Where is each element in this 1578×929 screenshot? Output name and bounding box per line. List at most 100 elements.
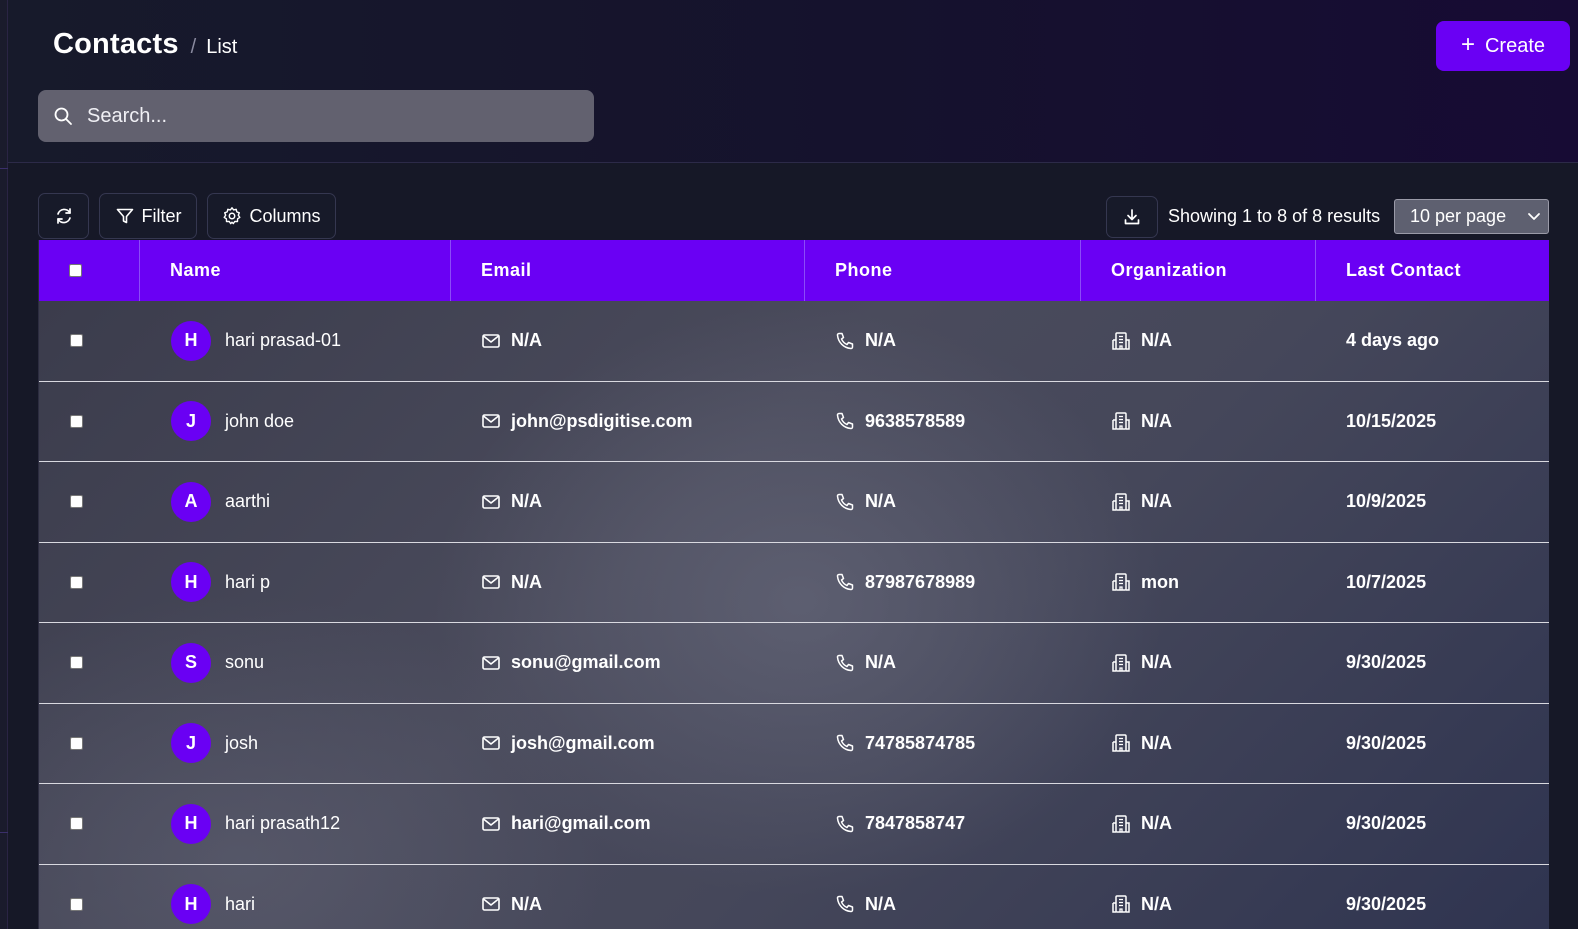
contact-phone: N/A (865, 491, 896, 512)
row-checkbox[interactable] (70, 656, 83, 670)
contact-email: josh@gmail.com (511, 732, 655, 753)
row-checkbox-cell (39, 301, 140, 381)
contact-email: N/A (511, 330, 542, 351)
row-checkbox[interactable] (70, 575, 83, 589)
phone-cell: 87987678989 (805, 543, 1081, 623)
contact-name[interactable]: hari (225, 894, 255, 915)
search-input[interactable] (87, 104, 594, 128)
phone-cell: N/A (805, 865, 1081, 929)
select-all-checkbox[interactable] (69, 264, 82, 277)
contact-phone: 74785874785 (865, 732, 976, 753)
phone-icon (835, 492, 855, 512)
breadcrumb-current[interactable]: List (206, 36, 237, 59)
phone-cell: 7847858747 (805, 784, 1081, 864)
divider (0, 832, 8, 833)
organization-cell: mon (1081, 543, 1316, 623)
download-icon (1122, 207, 1142, 227)
building-icon (1111, 411, 1131, 431)
contact-organization: N/A (1141, 893, 1172, 914)
mail-icon (481, 894, 501, 914)
phone-icon (835, 733, 855, 753)
row-checkbox[interactable] (70, 414, 83, 428)
contact-name[interactable]: hari prasad-01 (225, 330, 341, 351)
contact-last-contact: 10/7/2025 (1346, 571, 1427, 592)
name-cell: J john doe (140, 382, 451, 462)
column-header-name[interactable]: Name (140, 240, 451, 301)
refresh-button[interactable] (38, 193, 89, 239)
row-checkbox[interactable] (70, 736, 83, 750)
name-cell: H hari p (140, 543, 451, 623)
organization-cell: N/A (1081, 865, 1316, 929)
avatar: J (171, 723, 211, 764)
email-cell: N/A (451, 543, 805, 623)
contact-phone: N/A (865, 330, 896, 351)
phone-cell: 9638578589 (805, 382, 1081, 462)
email-cell: josh@gmail.com (451, 704, 805, 784)
contact-name[interactable]: sonu (225, 652, 264, 673)
search-bar[interactable] (38, 90, 594, 142)
breadcrumb: Contacts / List (53, 28, 237, 61)
create-button-label: Create (1484, 34, 1546, 57)
per-page-value: 10 per page (1410, 206, 1507, 226)
name-cell: H hari prasath12 (140, 784, 451, 864)
plus-icon: + (1460, 31, 1475, 58)
contact-last-contact: 9/30/2025 (1346, 652, 1427, 673)
row-checkbox-cell (39, 784, 140, 864)
phone-cell: N/A (805, 462, 1081, 542)
row-checkbox-cell (39, 623, 140, 703)
table-row[interactable]: J john doe john@psdigitise.com 963857858… (39, 382, 1549, 462)
row-checkbox[interactable] (70, 897, 83, 911)
contact-organization: N/A (1141, 732, 1172, 753)
contact-phone: 9638578589 (865, 410, 966, 431)
table-row[interactable]: H hari p N/A 87987678989 mon 10/7/2025 (39, 543, 1549, 623)
contact-name[interactable]: hari p (225, 572, 270, 593)
table-row[interactable]: A aarthi N/A N/A N/A 10/9/2025 (39, 462, 1549, 543)
create-button[interactable]: + Create (1436, 21, 1570, 71)
row-checkbox[interactable] (70, 817, 83, 831)
mail-icon (481, 653, 501, 673)
contact-name[interactable]: aarthi (225, 491, 270, 512)
contact-email: N/A (511, 893, 542, 914)
download-button[interactable] (1106, 196, 1158, 238)
contact-name[interactable]: josh (225, 733, 258, 754)
email-cell: N/A (451, 301, 805, 381)
divider (0, 168, 8, 169)
contact-organization: N/A (1141, 813, 1172, 834)
building-icon (1111, 653, 1131, 673)
avatar: H (171, 320, 211, 361)
contact-last-contact: 10/9/2025 (1346, 491, 1427, 512)
table-row[interactable]: H hari prasath12 hari@gmail.com 78478587… (39, 784, 1549, 865)
column-header-last-contact[interactable]: Last Contact (1316, 240, 1549, 301)
avatar: H (171, 884, 211, 925)
filter-button[interactable]: Filter (99, 193, 197, 239)
columns-button[interactable]: Columns (207, 193, 336, 239)
email-cell: hari@gmail.com (451, 784, 805, 864)
last-contact-cell: 10/7/2025 (1316, 543, 1549, 623)
row-checkbox[interactable] (70, 495, 83, 509)
contact-last-contact: 9/30/2025 (1346, 813, 1427, 834)
mail-icon (481, 572, 501, 592)
table-row[interactable]: S sonu sonu@gmail.com N/A N/A 9/30/2025 (39, 623, 1549, 704)
table-row[interactable]: J josh josh@gmail.com 74785874785 N/A 9/… (39, 704, 1549, 784)
table-row[interactable]: H hari N/A N/A N/A 9/30/2025 (39, 865, 1549, 929)
contact-last-contact: 9/30/2025 (1346, 893, 1427, 914)
page-header: Contacts / List + Create (8, 0, 1578, 163)
last-contact-cell: 10/15/2025 (1316, 382, 1549, 462)
phone-icon (835, 331, 855, 351)
column-header-email[interactable]: Email (451, 240, 805, 301)
contact-email: N/A (511, 571, 542, 592)
table-body: H hari prasad-01 N/A N/A N/A 4 days ago (39, 301, 1549, 929)
table-row[interactable]: H hari prasad-01 N/A N/A N/A 4 days ago (39, 301, 1549, 382)
per-page-select[interactable]: 10 per page (1394, 199, 1549, 234)
column-header-phone[interactable]: Phone (805, 240, 1081, 301)
header-checkbox-cell (39, 240, 140, 301)
column-header-organization[interactable]: Organization (1081, 240, 1316, 301)
contact-name[interactable]: hari prasath12 (225, 813, 340, 834)
row-checkbox-cell (39, 462, 140, 542)
row-checkbox[interactable] (70, 334, 83, 348)
avatar: H (171, 562, 211, 603)
phone-icon (835, 653, 855, 673)
results-summary: Showing 1 to 8 of 8 results (1168, 206, 1381, 226)
contact-last-contact: 10/15/2025 (1346, 410, 1437, 431)
contact-name[interactable]: john doe (225, 411, 294, 432)
